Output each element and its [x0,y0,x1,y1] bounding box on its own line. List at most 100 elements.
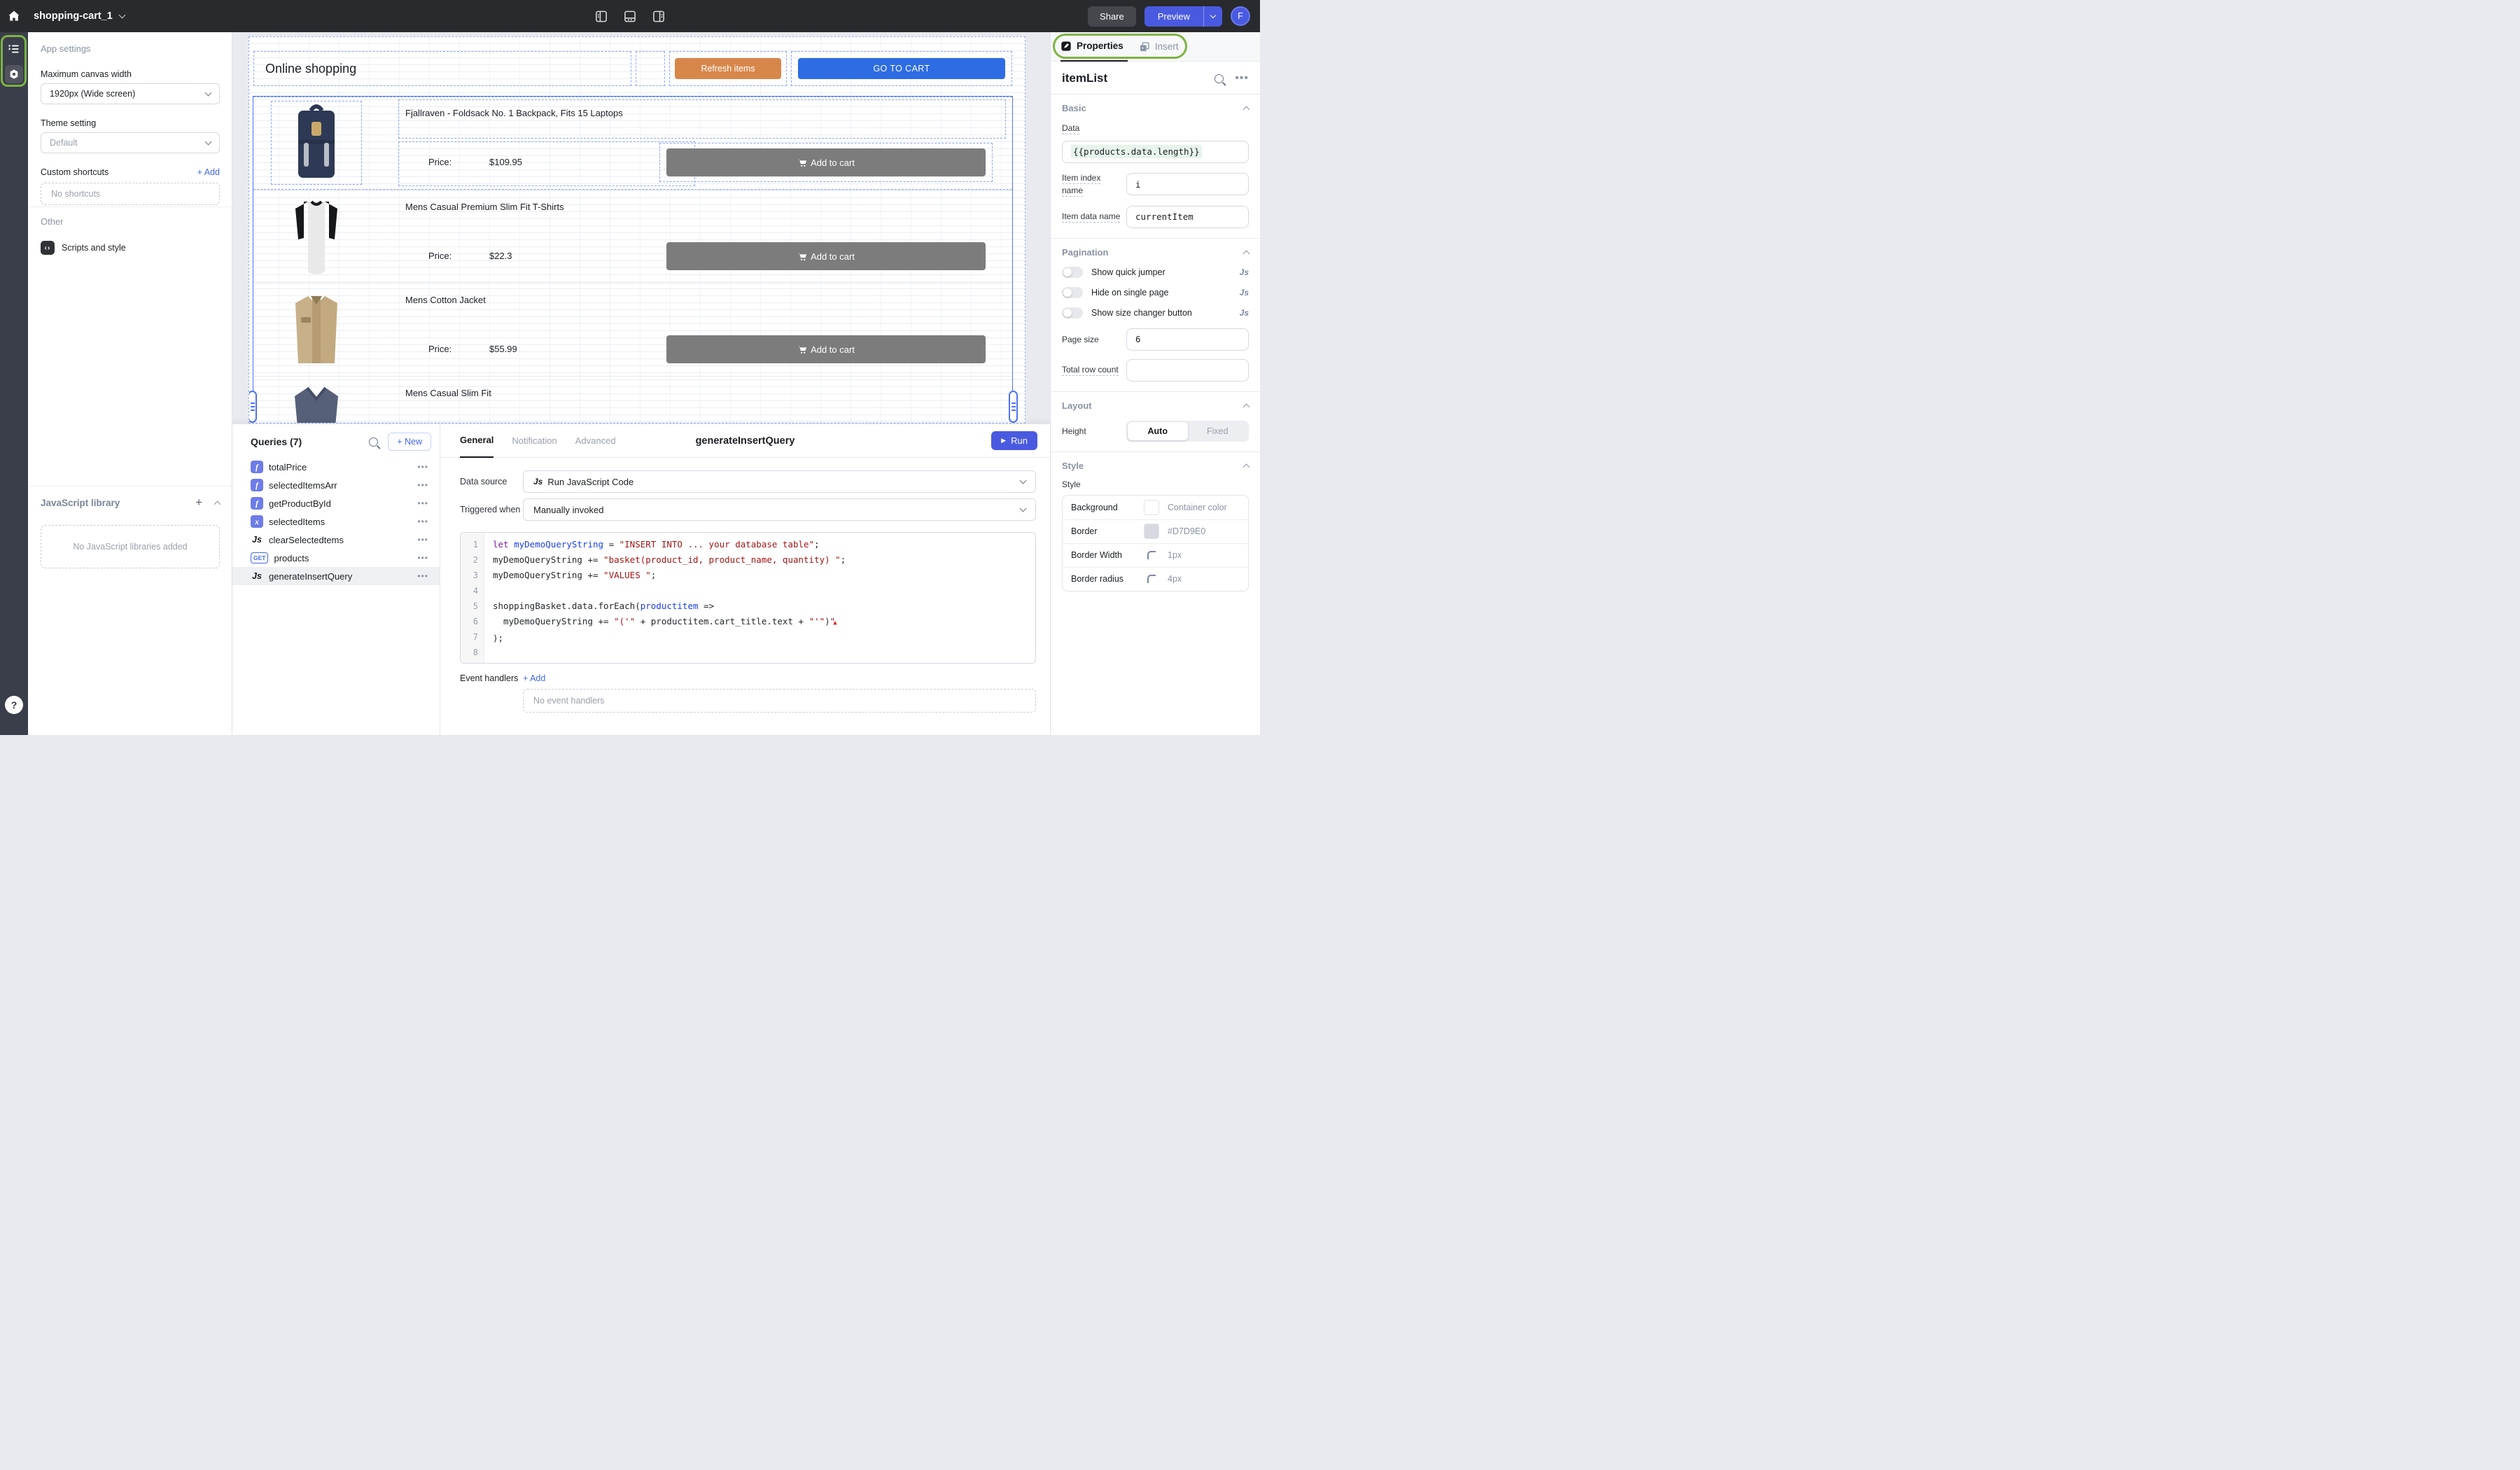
ellipsis-icon[interactable]: ••• [417,480,428,490]
product-row[interactable]: Fjallraven - Foldsack No. 1 Backpack, Fi… [253,97,1012,190]
style-row[interactable]: Border#D7D9E0 [1063,519,1248,543]
chevron-down-icon[interactable] [118,12,125,19]
query-list-item[interactable]: GETproducts••• [232,549,440,567]
avatar[interactable]: F [1231,6,1250,26]
itemlist-resize-handle-right[interactable] [1009,391,1018,423]
search-icon[interactable] [1214,74,1224,83]
editor-tab-notification[interactable]: Notification [512,424,556,458]
js-badge[interactable]: Js [1240,267,1249,277]
item-index-input[interactable]: i [1126,173,1249,195]
chevron-up-icon[interactable] [1243,403,1250,410]
add-event-handler-button[interactable]: + Add [523,673,545,683]
toggle-switch[interactable] [1062,287,1083,298]
style-section-title: Style [1062,461,1244,471]
spacer-widget[interactable] [636,51,665,86]
new-query-button[interactable]: + New [388,433,431,451]
share-button[interactable]: Share [1088,6,1136,27]
add-to-cart-button[interactable]: Add to cart [666,148,986,176]
theme-select[interactable]: Default [41,132,220,153]
query-list-item[interactable]: JsclearSelectedtems••• [232,531,440,549]
code-content[interactable]: let myDemoQueryString = "INSERT INTO ...… [484,533,1035,663]
data-source-value: Run JavaScript Code [547,477,1021,487]
tab-properties[interactable]: Properties [1060,32,1128,62]
app-canvas[interactable]: Online shopping Refresh items GO TO CART… [248,36,1026,424]
js-badge[interactable]: Js [1240,308,1249,318]
js-icon: Js [533,477,542,486]
preview-button[interactable]: Preview [1144,6,1222,27]
add-shortcut-button[interactable]: + Add [197,167,220,177]
add-to-cart-button[interactable]: Add to cart [666,335,986,363]
panel-right-icon[interactable] [652,10,666,23]
itemlist-resize-handle-left[interactable] [248,391,257,423]
go-to-cart-button[interactable]: GO TO CART [798,58,1005,79]
ellipsis-icon[interactable]: ••• [417,498,428,508]
pagination-section-title: Pagination [1062,247,1244,258]
page-size-input[interactable]: 6 [1126,328,1249,351]
add-to-cart-button[interactable]: Add to cart [666,242,986,270]
product-row[interactable]: Mens Casual Slim Fit [253,376,1012,424]
data-input[interactable]: {{products.data.length}} [1062,141,1249,163]
chevron-up-icon[interactable] [1243,106,1250,113]
js-icon: Js [251,535,263,545]
ellipsis-icon[interactable]: ••• [417,517,428,526]
preview-caret[interactable] [1203,6,1222,27]
tab-insert[interactable]: Insert [1139,32,1179,62]
product-row[interactable]: Mens Cotton JacketPrice:$55.99Add to car… [253,283,1012,376]
toggle-switch[interactable] [1062,307,1083,318]
color-swatch[interactable] [1144,500,1159,515]
run-button[interactable]: ▶ Run [991,431,1037,450]
canvas-width-select[interactable]: 1920px (Wide screen) [41,83,220,104]
home-icon[interactable] [0,0,28,32]
js-library-title: JavaScript library [41,498,195,508]
search-icon[interactable] [369,438,378,447]
toggle-switch[interactable] [1062,267,1083,278]
query-list-item[interactable]: fselectedItemsArr••• [232,476,440,494]
product-title: Fjallraven - Foldsack No. 1 Backpack, Fi… [405,108,623,118]
app-name[interactable]: shopping-cart_1 [34,10,113,22]
page-title-widget[interactable]: Online shopping [253,51,631,86]
chevron-up-icon[interactable] [1243,463,1250,470]
query-list-item[interactable]: ftotalPrice••• [232,458,440,476]
product-row[interactable]: Mens Casual Premium Slim Fit T-ShirtsPri… [253,190,1012,283]
panel-bottom-icon[interactable] [624,10,637,23]
style-row[interactable]: BackgroundContainer color [1063,496,1248,519]
refresh-items-button[interactable]: Refresh items [675,58,781,79]
ellipsis-icon[interactable]: ••• [417,535,428,545]
chevron-up-icon[interactable] [214,500,221,507]
product-image [271,288,362,372]
js-badge[interactable]: Js [1240,288,1249,298]
toggle-label: Show size changer button [1091,308,1240,318]
ellipsis-icon[interactable]: ••• [1235,72,1249,85]
refresh-widget[interactable]: Refresh items [669,51,787,86]
help-icon[interactable]: ? [5,696,23,714]
item-list-widget[interactable]: Fjallraven - Foldsack No. 1 Backpack, Fi… [253,96,1013,424]
code-editor[interactable]: 12345678 let myDemoQueryString = "INSERT… [460,532,1036,664]
triggered-when-select[interactable]: Manually invoked [523,498,1036,521]
ellipsis-icon[interactable]: ••• [417,462,428,472]
properties-icon [1060,41,1072,52]
total-row-count-input[interactable] [1126,359,1249,382]
chevron-up-icon[interactable] [1243,250,1250,257]
cart-widget[interactable]: GO TO CART [791,51,1012,86]
toggle-label: Hide on single page [1091,288,1240,298]
editor-tab-advanced[interactable]: Advanced [575,424,616,458]
ellipsis-icon[interactable]: ••• [417,571,428,581]
query-list-item[interactable]: fgetProductById••• [232,494,440,512]
item-data-name-input[interactable]: currentItem [1126,206,1249,228]
style-row[interactable]: Border radius4px [1063,567,1248,591]
editor-tab-general[interactable]: General [460,424,493,458]
plus-icon[interactable]: + [195,496,202,510]
query-list-item[interactable]: JsgenerateInsertQuery••• [232,567,440,585]
ellipsis-icon[interactable]: ••• [417,553,428,563]
preview-label[interactable]: Preview [1144,6,1203,27]
query-list-item[interactable]: xselectedItems••• [232,512,440,531]
panel-left-icon[interactable] [595,10,608,23]
scripts-and-style-item[interactable]: ‹› Scripts and style [41,241,220,255]
page-size-value: 6 [1135,334,1141,344]
data-source-select[interactable]: Js Run JavaScript Code [523,470,1036,493]
height-option-auto[interactable]: Auto [1128,422,1188,440]
style-row[interactable]: Border Width1px [1063,543,1248,567]
height-option-fixed[interactable]: Fixed [1188,422,1248,440]
js-library-empty: No JavaScript libraries added [41,525,220,568]
color-swatch[interactable] [1144,524,1159,539]
